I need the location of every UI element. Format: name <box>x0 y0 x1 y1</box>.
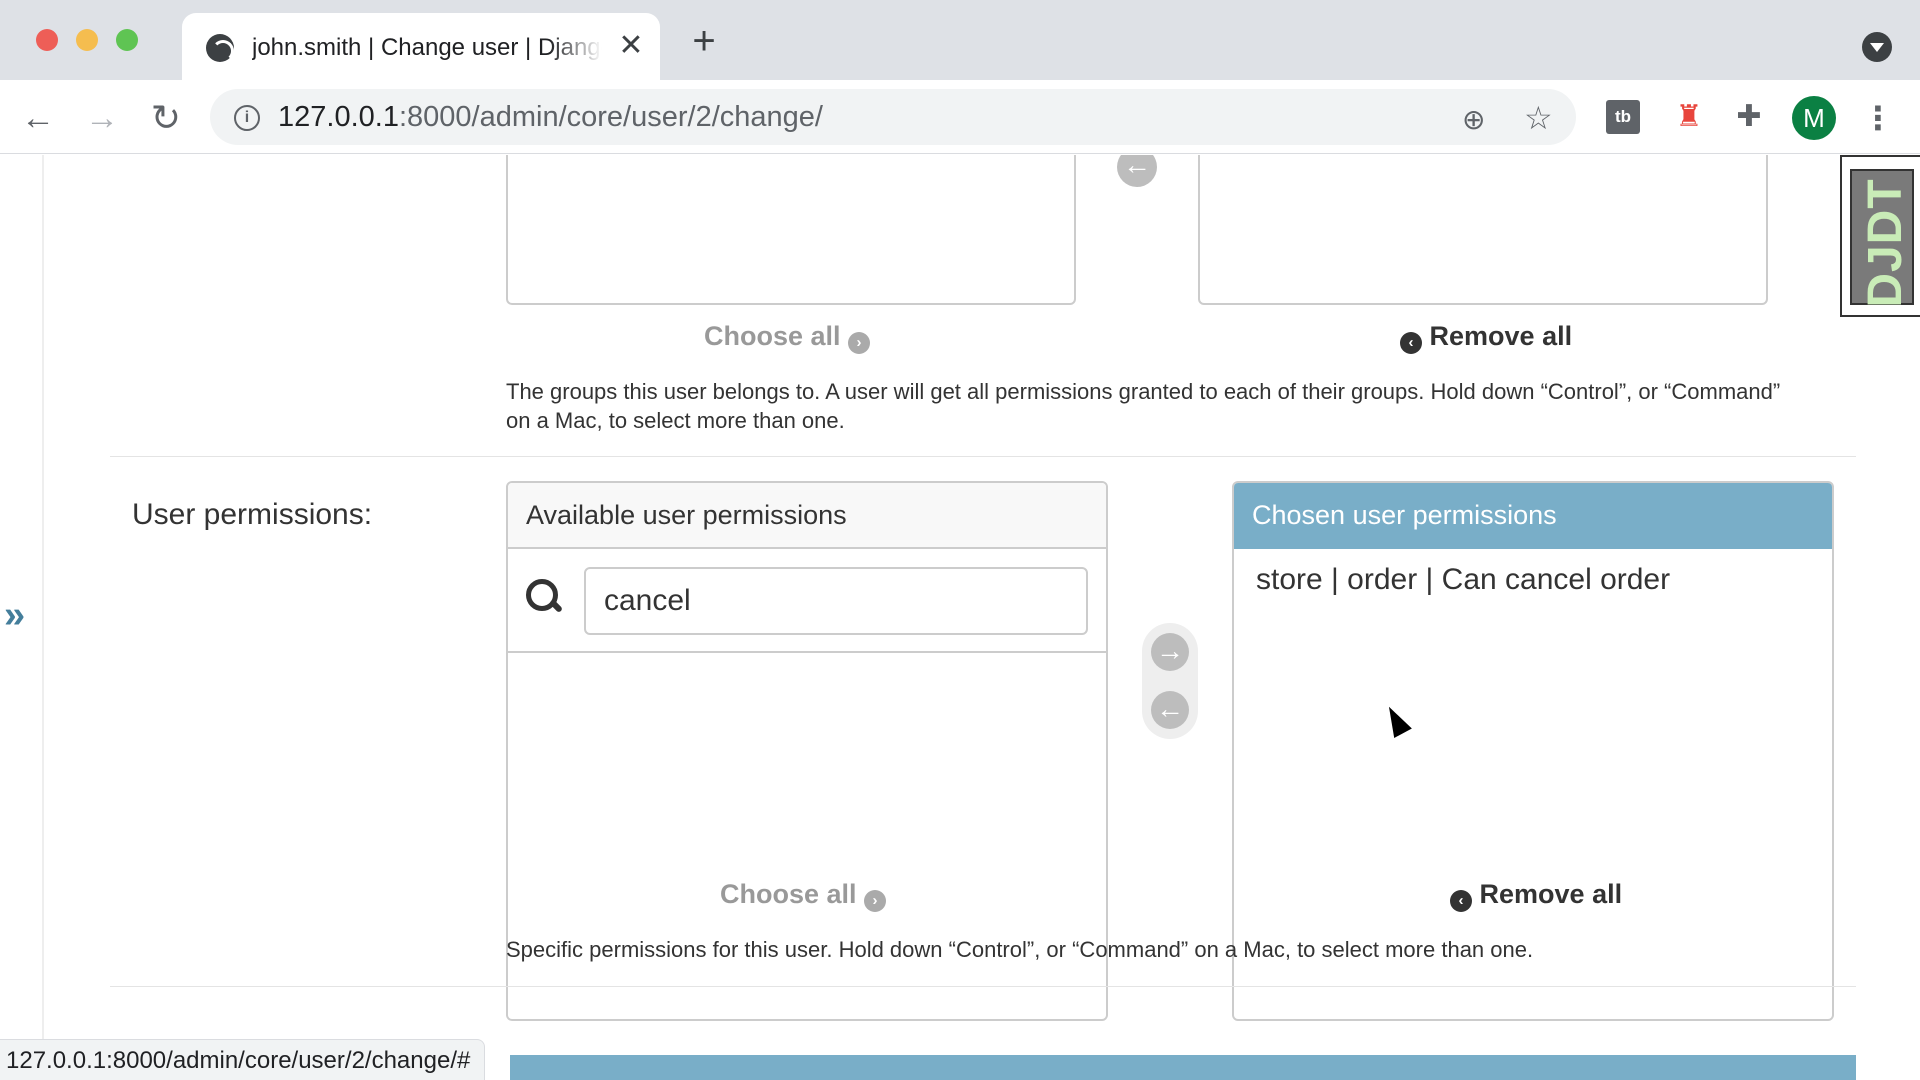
profile-avatar[interactable]: M <box>1792 96 1836 140</box>
available-permissions-list[interactable] <box>508 655 1106 1019</box>
tab-title: john.smith | Change user | Django site a… <box>252 34 602 61</box>
remove-group-arrow-icon[interactable]: ← <box>1117 155 1157 187</box>
browser-tab-bar: john.smith | Change user | Django site a… <box>0 0 1920 80</box>
djdt-label: DJDT <box>1859 178 1912 308</box>
bookmark-star-icon[interactable]: ☆ <box>1524 99 1553 137</box>
reload-icon[interactable]: ↻ <box>146 98 186 138</box>
globe-icon <box>206 34 234 62</box>
chevron-right-icon: › <box>848 332 871 354</box>
url-text[interactable]: 127.0.0.1:8000/admin/core/user/2/change/ <box>278 101 823 134</box>
maximize-window-button[interactable] <box>116 29 138 51</box>
permissions-choose-all-label: Choose all <box>720 879 857 909</box>
groups-available-select[interactable] <box>506 155 1076 305</box>
groups-choose-all-label: Choose all <box>704 321 841 351</box>
selector-arrows: → ← <box>1142 623 1198 739</box>
zoom-icon[interactable]: ⊕ <box>1462 103 1485 136</box>
remove-permission-arrow-icon[interactable]: ← <box>1151 691 1189 729</box>
minimize-window-button[interactable] <box>76 29 98 51</box>
lighthouse-extension-icon[interactable]: ♜ <box>1672 100 1706 134</box>
permissions-filter-row <box>508 549 1106 653</box>
close-window-button[interactable] <box>36 29 58 51</box>
site-info-icon[interactable]: i <box>234 105 260 131</box>
add-permission-arrow-icon[interactable]: → <box>1151 633 1189 671</box>
url-host: 127.0.0.1 <box>278 101 399 133</box>
permissions-choose-all-link[interactable]: Choose all › <box>720 879 887 912</box>
forward-arrow-icon[interactable]: → <box>82 98 122 138</box>
search-icon <box>524 577 564 617</box>
tab-search-icon[interactable] <box>1862 32 1892 62</box>
new-tab-button[interactable]: + <box>686 21 722 61</box>
submit-row <box>510 1055 1856 1080</box>
tb-extension-icon[interactable]: tb <box>1606 100 1640 134</box>
chevron-left-icon: ‹ <box>1450 890 1472 912</box>
chevron-right-icon: › <box>864 890 887 912</box>
status-url-bubble: 127.0.0.1:8000/admin/core/user/2/change/… <box>0 1039 486 1080</box>
groups-remove-all-label: Remove all <box>1429 321 1573 351</box>
permissions-remove-all-link[interactable]: ‹ Remove all <box>1450 879 1622 912</box>
tab-close-icon[interactable]: ✕ <box>614 29 648 63</box>
groups-chosen-select[interactable] <box>1198 155 1768 305</box>
sidebar-border <box>42 155 44 1080</box>
address-bar[interactable]: i 127.0.0.1:8000/admin/core/user/2/chang… <box>210 89 1576 145</box>
field-divider <box>110 986 1856 987</box>
toggle-nav-sidebar-icon[interactable]: » <box>4 595 34 635</box>
browser-tab-active[interactable]: john.smith | Change user | Django site a… <box>182 13 660 80</box>
permissions-remove-all-label: Remove all <box>1479 879 1623 909</box>
available-permissions-header: Available user permissions <box>508 483 1106 549</box>
back-arrow-icon[interactable]: ← <box>18 98 58 138</box>
groups-remove-all-link[interactable]: ‹ Remove all <box>1400 321 1572 354</box>
permissions-filter-input[interactable] <box>584 567 1088 635</box>
user-permissions-label: User permissions: <box>132 498 373 531</box>
groups-help-text: The groups this user belongs to. A user … <box>506 379 1781 433</box>
url-path: :8000/admin/core/user/2/change/ <box>398 101 823 133</box>
chevron-left-icon: ‹ <box>1400 332 1422 354</box>
admin-page: » ← Choose all › ‹ Remove all The groups… <box>0 155 1920 1080</box>
chosen-permission-item[interactable]: store | order | Can cancel order <box>1256 563 1670 597</box>
browser-menu-icon[interactable]: ⋮ <box>1862 96 1894 140</box>
field-divider <box>110 456 1856 457</box>
extensions-puzzle-icon[interactable]: ✚ <box>1732 100 1766 134</box>
chosen-permissions-header: Chosen user permissions <box>1234 483 1832 549</box>
groups-choose-all-link[interactable]: Choose all › <box>704 321 871 354</box>
djdt-toolbar-handle[interactable]: DJDT <box>1840 155 1920 317</box>
djdt-badge: DJDT <box>1850 169 1914 308</box>
browser-toolbar: ← → ↻ i 127.0.0.1:8000/admin/core/user/2… <box>0 80 1920 154</box>
permissions-help-text: Specific permissions for this user. Hold… <box>506 937 1534 962</box>
